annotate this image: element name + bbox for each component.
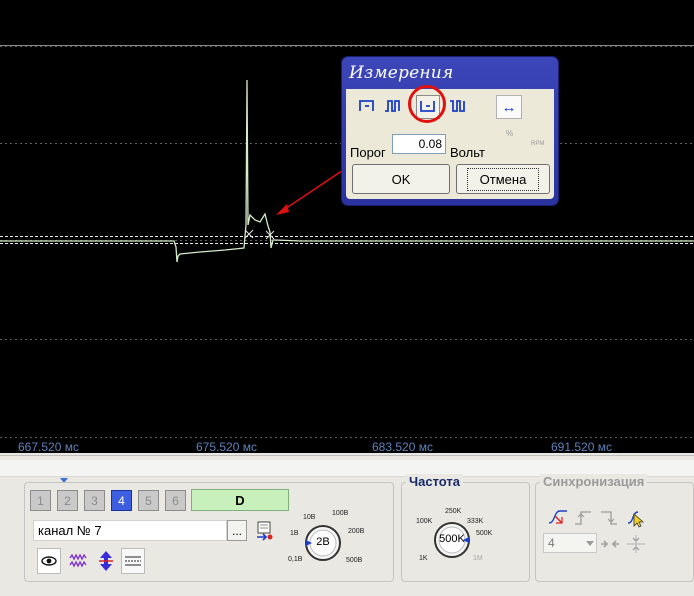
dial-label: 10В bbox=[303, 514, 316, 521]
channel-button-6[interactable]: 6 bbox=[165, 490, 186, 511]
percent-label: % bbox=[506, 129, 514, 138]
channel-button-3[interactable]: 3 bbox=[84, 490, 105, 511]
ok-button-label: OK bbox=[391, 171, 411, 187]
trigger-edge-down-icon[interactable] bbox=[599, 508, 619, 528]
dial-label: 1M bbox=[473, 555, 483, 562]
time-tick-label: 675.520 мс bbox=[196, 440, 257, 453]
trigger-select-icon[interactable] bbox=[626, 508, 646, 528]
center-arrows-icon[interactable] bbox=[626, 534, 646, 554]
voltage-value: 2В bbox=[316, 536, 330, 548]
trace-lines-icon[interactable] bbox=[121, 548, 145, 574]
sync-channel-value: 4 bbox=[548, 536, 555, 550]
dial-label: 1K bbox=[419, 555, 428, 562]
pulse-high-icon[interactable] bbox=[356, 95, 378, 117]
cancel-button-label: Отмена bbox=[466, 167, 540, 191]
channel-button-4[interactable]: 4 bbox=[111, 490, 132, 511]
sync-channel-select[interactable]: 4 bbox=[543, 533, 597, 553]
frequency-dial[interactable]: 500K bbox=[433, 521, 471, 559]
channel-button-1[interactable]: 1 bbox=[30, 490, 51, 511]
trigger-rising-icon[interactable] bbox=[548, 508, 568, 528]
frequency-title: Частота bbox=[406, 474, 464, 489]
vertical-position-icon[interactable] bbox=[94, 548, 118, 574]
sync-title: Синхронизация bbox=[540, 474, 648, 489]
time-tick-label: 667.520 мс bbox=[18, 440, 79, 453]
dial-label: 500K bbox=[476, 530, 493, 537]
channel-name-field[interactable]: канал № 7 bbox=[33, 520, 227, 541]
threshold-label: Порог bbox=[350, 145, 386, 160]
ok-button[interactable]: OK bbox=[352, 164, 450, 194]
channel-button-2[interactable]: 2 bbox=[57, 490, 78, 511]
threshold-input[interactable] bbox=[392, 134, 446, 154]
dialog-title: Измерения bbox=[349, 63, 454, 83]
highlight-circle bbox=[408, 85, 446, 123]
dialog-body: ↔ % RPM Порог Вольт OK Отмена bbox=[346, 85, 554, 199]
measurement-dialog: Измерения ↔ % RPM Порог Вольт OK Отмена bbox=[341, 56, 559, 206]
dial-label: 1В bbox=[290, 530, 299, 537]
dial-label: 500В bbox=[346, 557, 363, 564]
time-tick-label: 683.520 мс bbox=[372, 440, 433, 453]
horizontal-arrows-icon[interactable]: ↔ bbox=[496, 95, 522, 119]
rpm-label: RPM bbox=[531, 141, 545, 147]
dial-label: 200В bbox=[348, 528, 365, 535]
pulse-pattern-icon[interactable] bbox=[447, 95, 469, 117]
frequency-value: 500K bbox=[439, 533, 465, 545]
browse-button[interactable]: ... bbox=[227, 520, 247, 541]
digital-channel-button[interactable]: D bbox=[191, 489, 289, 511]
time-tick-label: 691.520 мс bbox=[551, 440, 612, 453]
pulse-train-icon[interactable] bbox=[382, 95, 404, 117]
dial-label: 100K bbox=[416, 518, 433, 525]
collapse-arrows-icon[interactable] bbox=[600, 534, 620, 554]
cancel-button[interactable]: Отмена bbox=[456, 164, 550, 194]
unit-label: Вольт bbox=[450, 145, 485, 160]
sync-group: Синхронизация bbox=[535, 474, 694, 582]
dial-label: 333K bbox=[467, 518, 484, 525]
dial-label: 250K bbox=[445, 508, 462, 515]
trigger-edge-up-icon[interactable] bbox=[573, 508, 593, 528]
panel-divider bbox=[0, 455, 694, 456]
channel-settings-icon[interactable] bbox=[254, 521, 274, 541]
channel-button-5[interactable]: 5 bbox=[138, 490, 159, 511]
dial-label: 100В bbox=[332, 510, 349, 517]
eye-icon[interactable] bbox=[37, 548, 61, 574]
noise-filter-icon[interactable] bbox=[67, 548, 91, 574]
voltage-dial[interactable]: 2В bbox=[304, 524, 342, 562]
dial-label: 0,1В bbox=[288, 556, 303, 563]
chevron-down-icon bbox=[586, 541, 594, 546]
